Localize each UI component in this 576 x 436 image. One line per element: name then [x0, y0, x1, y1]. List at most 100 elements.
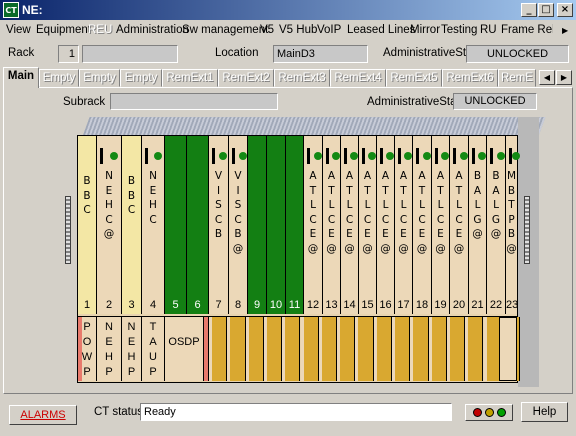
- tab-scroll-right-icon[interactable]: ▶: [556, 70, 572, 85]
- fan-module[interactable]: [446, 317, 466, 381]
- card-slot-15[interactable]: A T L C E @ 15: [359, 136, 377, 314]
- help-button[interactable]: Help: [521, 402, 568, 422]
- tab-remext5[interactable]: RemExt5: [386, 69, 442, 87]
- fan-module[interactable]: [373, 317, 392, 381]
- menu-testing[interactable]: Testing: [441, 24, 477, 36]
- card-slot-23[interactable]: M B T P B @ 23: [506, 136, 520, 314]
- slot-number: 13: [325, 299, 338, 311]
- menu-v5-hub[interactable]: V5 Hub: [279, 24, 317, 36]
- fan-module[interactable]: [300, 317, 319, 381]
- card-slot-6[interactable]: 6: [187, 136, 209, 314]
- card-status-led-icon: [459, 152, 468, 160]
- card-slot-10[interactable]: 10: [267, 136, 286, 314]
- fan-module[interactable]: [227, 317, 246, 381]
- menu-view[interactable]: View: [6, 24, 31, 36]
- tab-remext1[interactable]: RemExt1: [162, 69, 218, 87]
- tab-empty-1[interactable]: Empty: [39, 69, 79, 87]
- title-bar: [0, 0, 576, 20]
- power-slot-4[interactable]: T A U P: [142, 317, 165, 381]
- menu-scroll-right-icon[interactable]: ▶: [562, 26, 568, 35]
- slot-number: 11: [288, 299, 301, 311]
- power-slot-1[interactable]: P O W P: [78, 317, 97, 381]
- tab-remext6[interactable]: RemExt6: [442, 69, 498, 87]
- app-icon: CT: [3, 2, 19, 18]
- menu-equipment[interactable]: Equipment: [36, 24, 91, 36]
- card-slot-1[interactable]: B B C 1: [78, 136, 97, 314]
- card-slot-5[interactable]: 5: [165, 136, 187, 314]
- tab-scroll-left-icon[interactable]: ◀: [539, 70, 555, 85]
- fan-module[interactable]: [318, 317, 338, 381]
- slot-number: 12: [306, 299, 320, 311]
- tab-empty-2[interactable]: Empty: [79, 69, 120, 87]
- menu-leased-lines[interactable]: Leased Lines: [347, 24, 415, 36]
- card-latch-icon: [344, 148, 347, 164]
- card-slot-3[interactable]: B B C 3: [122, 136, 142, 314]
- right-rail-handle: [524, 196, 530, 264]
- card-slot-7[interactable]: V I S C B 7: [209, 136, 229, 314]
- card-label: A T L C E @: [344, 170, 355, 255]
- traffic-lights-button[interactable]: [465, 404, 513, 421]
- fan-module[interactable]: [410, 317, 429, 381]
- card-label: A T L C E @: [416, 170, 428, 255]
- empty-bottom-slot[interactable]: [499, 317, 517, 381]
- fan-module[interactable]: [245, 317, 264, 381]
- card-status-led-icon: [422, 152, 431, 160]
- fan-module[interactable]: [428, 317, 447, 381]
- menu-frame-relay[interactable]: Frame Relay: [501, 24, 553, 36]
- power-slot-3[interactable]: N E H P: [122, 317, 142, 381]
- menu-sw-management[interactable]: Sw management: [182, 24, 268, 36]
- fan-module[interactable]: [263, 317, 283, 381]
- card-slot-22[interactable]: B A L G @ 22: [487, 136, 506, 314]
- card-slot-19[interactable]: A T L C E @ 19: [432, 136, 450, 314]
- minimize-button[interactable]: _: [521, 3, 537, 17]
- rack-name-field: [82, 45, 178, 63]
- card-slot-12[interactable]: A T L C E @ 12: [304, 136, 323, 314]
- tab-remext7[interactable]: RemE: [498, 69, 536, 87]
- card-slot-2[interactable]: N E H C @ 2: [97, 136, 122, 314]
- card-slot-16[interactable]: A T L C E @ 16: [377, 136, 395, 314]
- card-slot-14[interactable]: A T L C E @ 14: [341, 136, 359, 314]
- close-button[interactable]: ×: [557, 3, 573, 17]
- card-label: B A L G @: [490, 170, 502, 241]
- menu-bar: View Equipment REU Administration Sw man…: [0, 21, 576, 40]
- card-slot-20[interactable]: A T L C E @ 20: [450, 136, 469, 314]
- slot-number: 18: [415, 299, 429, 311]
- fan-module[interactable]: [209, 317, 228, 381]
- card-slot-9[interactable]: 9: [248, 136, 267, 314]
- tab-remext2[interactable]: RemExt2: [218, 69, 274, 87]
- card-slot-13[interactable]: A T L C E @ 13: [323, 136, 341, 314]
- menu-ru[interactable]: RU: [480, 24, 497, 36]
- subrack-admin-state-field: UNLOCKED: [453, 93, 537, 110]
- tab-empty-3[interactable]: Empty: [120, 69, 162, 87]
- maximize-button[interactable]: □: [538, 3, 554, 17]
- fan-module[interactable]: [392, 317, 411, 381]
- menu-voip[interactable]: VoIP: [317, 24, 341, 36]
- card-label: A T L C E @: [326, 170, 337, 255]
- ct-status-label: CT status: [94, 406, 143, 418]
- card-label: A T L C E @: [362, 170, 373, 255]
- tab-main[interactable]: Main: [3, 67, 39, 88]
- card-slot-17[interactable]: A T L C E @ 17: [395, 136, 413, 314]
- power-slot-label: N E H P: [105, 321, 113, 378]
- fan-module[interactable]: [337, 317, 356, 381]
- card-status-led-icon: [368, 152, 376, 160]
- location-field: MainD3: [273, 45, 368, 63]
- power-slot-2[interactable]: N E H P: [97, 317, 122, 381]
- menu-mirror[interactable]: Mirror: [410, 24, 440, 36]
- tab-remext3[interactable]: RemExt3: [274, 69, 330, 87]
- fan-module[interactable]: [465, 317, 484, 381]
- fan-module[interactable]: [355, 317, 374, 381]
- card-status-led-icon: [386, 152, 394, 160]
- slot-number: 21: [471, 299, 484, 311]
- menu-administration[interactable]: Administration: [116, 24, 189, 36]
- card-slot-21[interactable]: B A L G @ 21: [469, 136, 487, 314]
- fan-module[interactable]: [282, 317, 301, 381]
- power-slot-5[interactable]: OSDP: [165, 317, 204, 381]
- card-slot-8[interactable]: V I S C B @ 8: [229, 136, 248, 314]
- card-slot-11[interactable]: 11: [286, 136, 304, 314]
- card-slot-18[interactable]: A T L C E @ 18: [413, 136, 432, 314]
- menu-v5[interactable]: V5: [260, 24, 274, 36]
- alarms-button[interactable]: ALARMS: [9, 405, 77, 425]
- card-slot-4[interactable]: N E H C 4: [142, 136, 165, 314]
- tab-remext4[interactable]: RemExt4: [330, 69, 386, 87]
